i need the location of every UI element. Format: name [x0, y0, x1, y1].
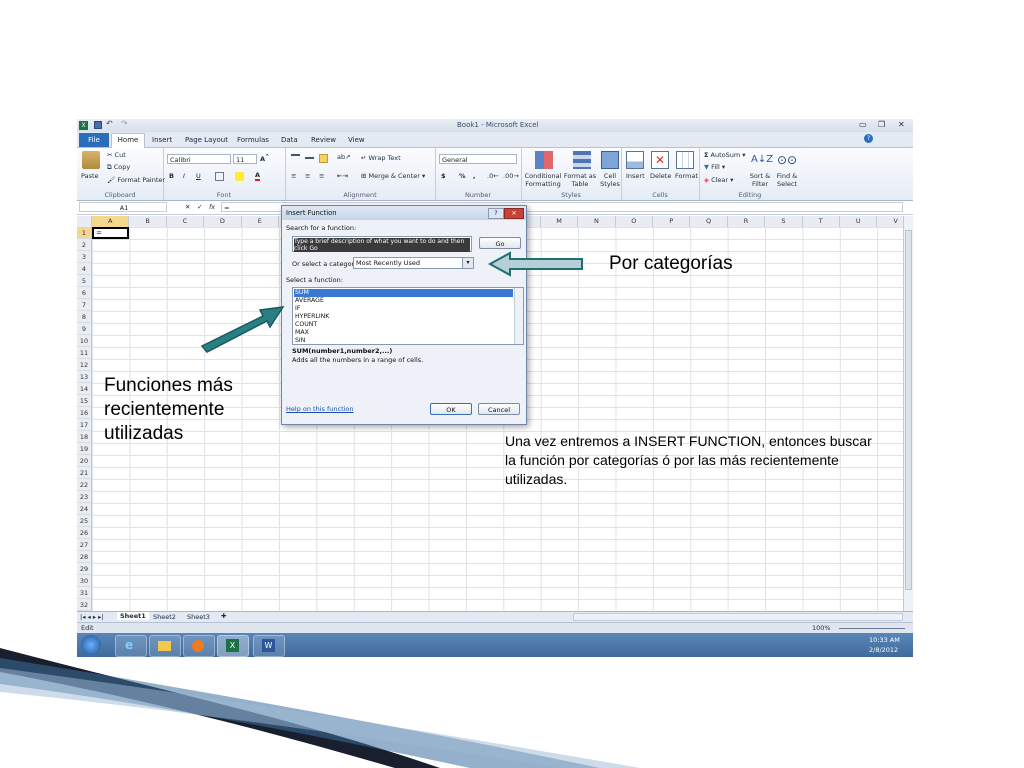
arrow-to-category-icon: [487, 251, 583, 277]
annotation-recientes: Funciones más recientemente utilizadas: [104, 375, 233, 444]
arrow-to-function-list-icon: [200, 306, 285, 353]
annotation-categorias: Por categorías: [609, 253, 733, 274]
annotation-instrucciones: Una vez entremos a INSERT FUNCTION, ento…: [505, 433, 872, 487]
